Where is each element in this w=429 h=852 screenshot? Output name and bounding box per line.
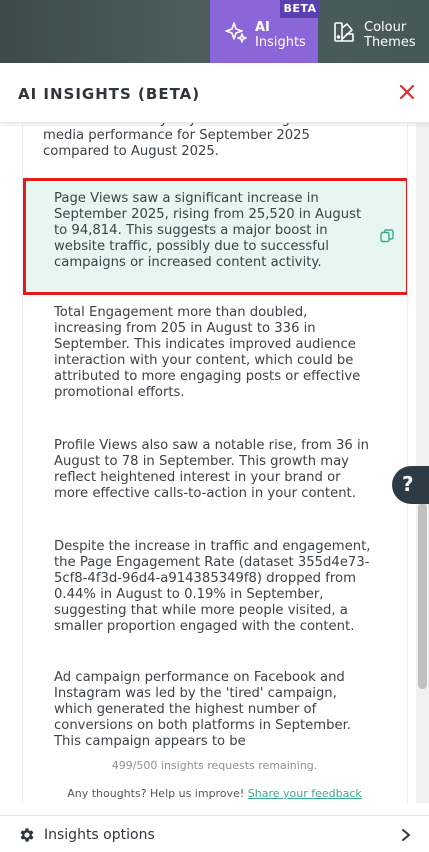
tab-colour-themes[interactable]: Colour Themes — [318, 0, 429, 63]
close-icon[interactable] — [398, 83, 416, 101]
insight-item: Total Engagement more than doubled, incr… — [54, 305, 361, 400]
panel-header: AI INSIGHTS (BETA) — [0, 63, 429, 123]
scrollbar-track[interactable] — [416, 123, 429, 803]
tab-ai-insights[interactable]: BETA AI Insights — [210, 0, 320, 63]
top-toolbar: BETA AI Insights Colour Themes — [0, 0, 429, 63]
beta-badge: BETA — [280, 0, 320, 18]
tab-colour-label-1: Colour — [364, 20, 407, 35]
tab-ai-label-2: Insights — [255, 35, 306, 50]
insight-item: Despite the increase in traffic and enga… — [54, 539, 371, 634]
insights-intro: Here is a summary of your marketing and … — [43, 123, 361, 159]
copy-icon[interactable] — [380, 229, 394, 243]
gear-icon — [20, 828, 34, 842]
insights-options-label: Insights options — [44, 827, 155, 843]
chevron-right-icon — [402, 829, 410, 841]
insight-item: Page Views saw a significant increase in… — [54, 191, 362, 270]
help-icon: ? — [402, 472, 414, 496]
requests-remaining: 499/500 insights requests remaining. — [111, 759, 318, 772]
palette-swatch-icon — [334, 22, 354, 42]
feedback-prompt: Any thoughts? Help us improve! — [67, 787, 245, 800]
feedback-line: Any thoughts? Help us improve! Share you… — [0, 787, 429, 800]
insight-item: Ad campaign performance on Facebook and … — [54, 670, 352, 749]
tab-colour-label-2: Themes — [364, 35, 416, 50]
insights-options-bar[interactable]: Insights options — [0, 815, 429, 852]
help-button[interactable]: ? — [392, 466, 429, 504]
panel-title: AI INSIGHTS (BETA) — [18, 85, 201, 103]
scrollbar-thumb[interactable] — [418, 503, 427, 689]
share-feedback-link[interactable]: Share your feedback — [248, 787, 362, 800]
ai-insights-panel: AI INSIGHTS (BETA) Here is a summary of … — [0, 63, 429, 852]
insight-item: Profile Views also saw a notable rise, f… — [54, 438, 369, 501]
insights-scroll-area[interactable]: Here is a summary of your marketing and … — [22, 123, 408, 803]
tab-ai-label-1: AI — [255, 20, 270, 35]
sparkles-icon — [225, 22, 247, 43]
